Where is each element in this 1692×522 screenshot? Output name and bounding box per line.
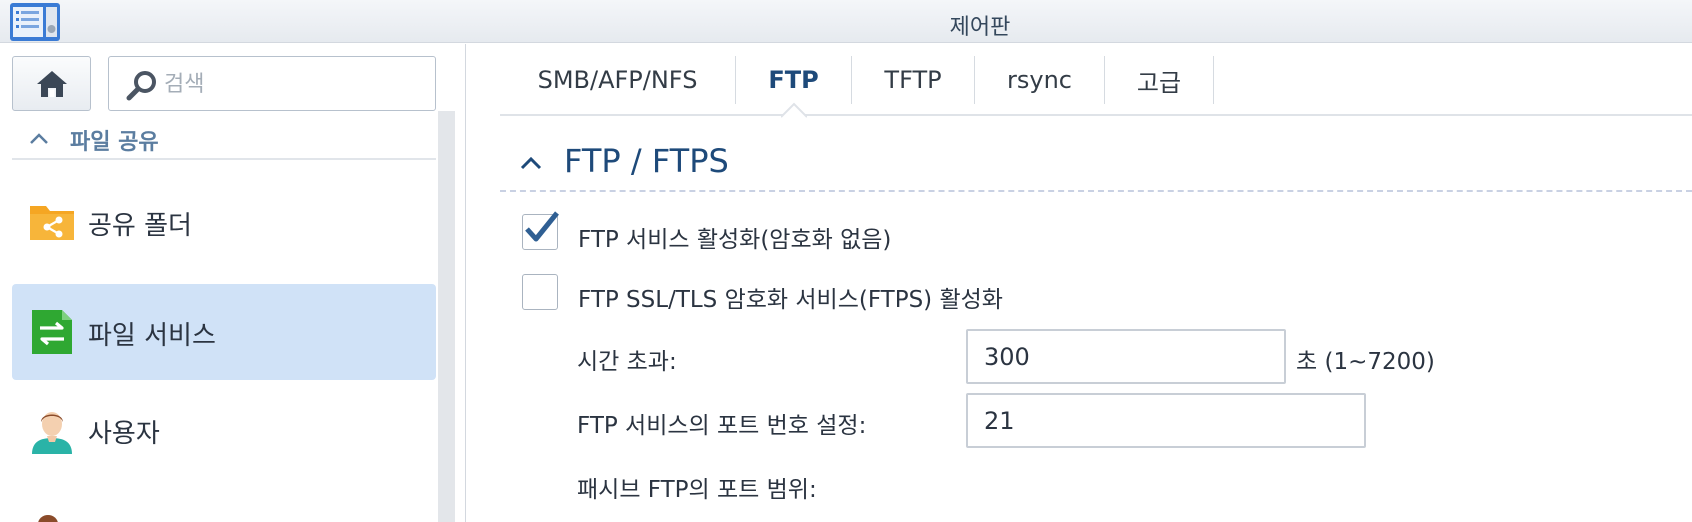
window-title: 제어판	[949, 15, 1011, 40]
title-bar: 제어판	[0, 0, 1692, 43]
enable-ftps-label: FTP SSL/TLS 암호화 서비스(FTPS) 활성화	[578, 287, 1003, 313]
chevron-up-icon	[30, 133, 48, 144]
tab-smb-afp-nfs[interactable]: SMB/AFP/NFS	[500, 56, 736, 104]
passive-port-range-label: 패시브 FTP의 포트 범위:	[577, 477, 817, 503]
tab-rsync[interactable]: rsync	[975, 56, 1105, 104]
tab-label: FTP	[768, 66, 819, 94]
sidebar-item-label: 사용자	[88, 419, 160, 449]
sidebar-item-label: 파일 서비스	[88, 321, 216, 351]
search-input[interactable]	[164, 67, 424, 101]
sidebar-item-file-services[interactable]: 파일 서비스	[12, 284, 436, 380]
section-file-sharing[interactable]: 파일 공유	[12, 120, 436, 160]
port-label: FTP 서비스의 포트 번호 설정:	[577, 413, 867, 439]
sidebar-item-user[interactable]: 사용자	[12, 382, 436, 478]
tab-label: 고급	[1136, 68, 1182, 97]
pane-divider	[465, 44, 466, 522]
timeout-input[interactable]	[966, 329, 1286, 384]
tab-label: rsync	[1007, 66, 1072, 94]
section-label: 파일 공유	[70, 130, 159, 155]
tab-label: SMB/AFP/NFS	[537, 66, 698, 94]
home-icon	[36, 70, 67, 97]
enable-ftp-label: FTP 서비스 활성화(암호화 없음)	[578, 227, 892, 253]
sidebar: 파일 공유 공유 폴더 파일 서비스 사용자	[0, 44, 468, 522]
enable-ftps-checkbox[interactable]	[522, 274, 558, 310]
home-button[interactable]	[12, 56, 91, 111]
shared-folder-icon	[30, 206, 74, 240]
sidebar-item-shared-folder[interactable]: 공유 폴더	[12, 174, 436, 270]
tab-ftp[interactable]: FTP	[736, 56, 852, 104]
timeout-label: 시간 초과:	[577, 349, 677, 375]
sidebar-scrollbar[interactable]	[438, 111, 455, 522]
active-tab-caret-icon	[781, 102, 807, 118]
tab-label: TFTP	[884, 66, 942, 94]
enable-ftp-checkbox[interactable]	[522, 211, 559, 250]
file-services-icon	[32, 310, 72, 354]
search-box[interactable]	[108, 56, 436, 111]
section-title: FTP / FTPS	[564, 142, 729, 180]
timeout-unit: 초 (1~7200)	[1296, 349, 1435, 375]
user-icon	[32, 412, 72, 454]
checkmark-icon	[525, 211, 559, 242]
chevron-up-icon[interactable]	[518, 150, 544, 176]
sidebar-item-label: 공유 폴더	[88, 211, 192, 241]
tab-tftp[interactable]: TFTP	[852, 56, 975, 104]
tab-bar: SMB/AFP/NFS FTP TFTP rsync 고급	[500, 56, 1692, 118]
tab-advanced[interactable]: 고급	[1105, 56, 1214, 104]
search-icon	[126, 71, 156, 101]
section-divider	[500, 190, 1692, 192]
group-icon	[38, 515, 58, 522]
port-input[interactable]	[966, 393, 1366, 448]
